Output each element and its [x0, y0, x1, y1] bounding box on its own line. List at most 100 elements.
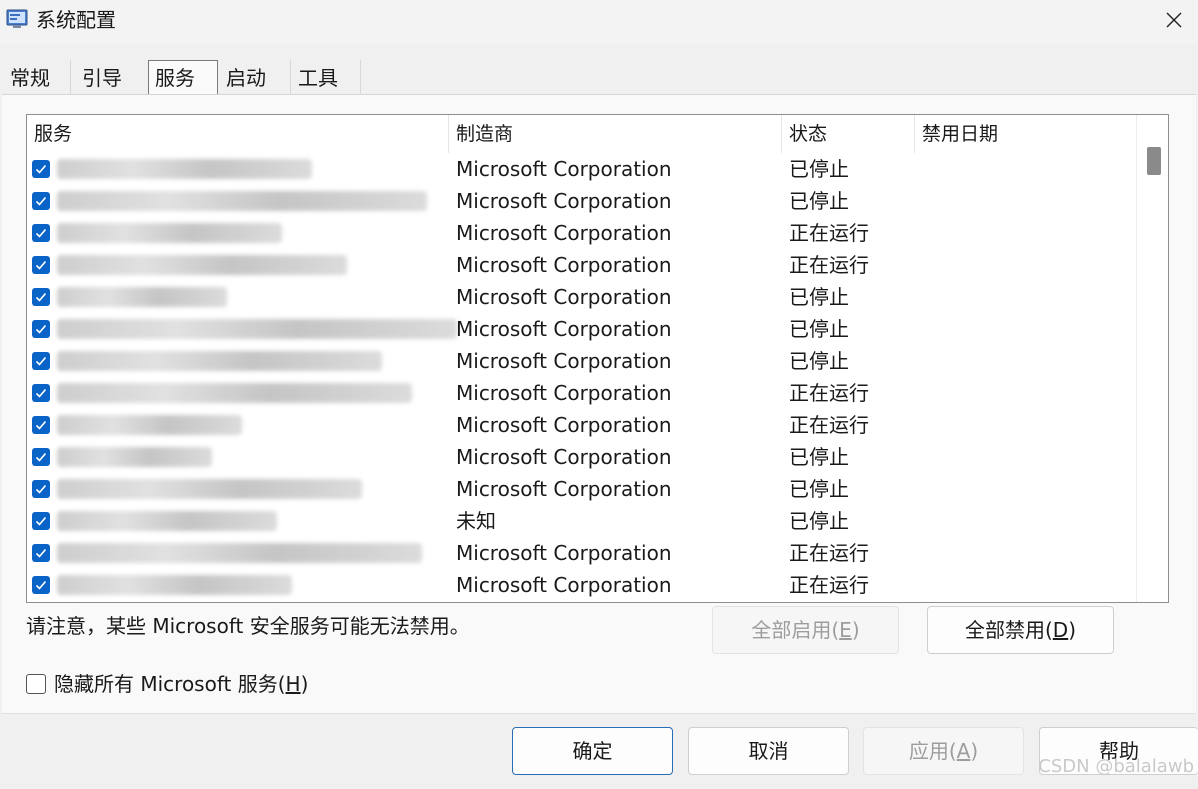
mnemonic: D	[1052, 618, 1069, 642]
manufacturer-cell: Microsoft Corporation	[456, 477, 672, 501]
service-checkbox[interactable]	[32, 256, 50, 274]
tab-startup[interactable]: 启动	[220, 62, 286, 94]
status-cell: 已停止	[789, 349, 849, 373]
checkbox-label: 隐藏所有 Microsoft 服务(H)	[54, 672, 309, 696]
table-row[interactable]: Microsoft Corporation 已停止	[27, 313, 1137, 345]
tab-general[interactable]: 常规	[4, 62, 70, 94]
service-checkbox[interactable]	[32, 576, 50, 594]
service-checkbox[interactable]	[32, 352, 50, 370]
table-row[interactable]: Microsoft Corporation 已停止	[27, 345, 1137, 377]
column-header-disabled-date[interactable]: 禁用日期	[915, 115, 1137, 153]
service-checkbox[interactable]	[32, 192, 50, 210]
status-cell: 已停止	[789, 509, 849, 533]
cancel-button[interactable]: 取消	[688, 727, 849, 775]
service-name-redacted	[57, 223, 282, 243]
tab-tools[interactable]: 工具	[292, 62, 360, 94]
service-checkbox[interactable]	[32, 448, 50, 466]
tab-services[interactable]: 服务	[148, 60, 218, 96]
checkmark-icon	[35, 260, 47, 270]
security-services-notice: 请注意，某些 Microsoft 安全服务可能无法禁用。	[26, 614, 470, 638]
manufacturer-cell: 未知	[456, 509, 496, 533]
column-header-manufacturer[interactable]: 制造商	[449, 115, 781, 153]
table-row[interactable]: Microsoft Corporation 已停止	[27, 473, 1137, 505]
manufacturer-cell: Microsoft Corporation	[456, 381, 672, 405]
service-name-redacted	[57, 511, 277, 531]
table-row[interactable]: Microsoft Corporation 正在运行	[27, 537, 1137, 569]
button-label: 应用	[908, 739, 949, 763]
close-button[interactable]	[1150, 0, 1198, 40]
services-list[interactable]: 服务 制造商 状态 禁用日期 Microsoft Corporation 已停止 M…	[26, 114, 1169, 603]
service-name-redacted	[57, 447, 212, 467]
status-cell: 已停止	[789, 477, 849, 501]
status-cell: 正在运行	[789, 573, 869, 597]
service-name-redacted	[57, 575, 292, 595]
hide-microsoft-services-checkbox[interactable]: 隐藏所有 Microsoft 服务(H)	[26, 670, 308, 698]
checkmark-icon	[35, 356, 47, 366]
table-row[interactable]: Microsoft Corporation 正在运行	[27, 217, 1137, 249]
service-name-redacted	[57, 159, 312, 179]
table-row[interactable]: Microsoft Corporation 正在运行	[27, 249, 1137, 281]
table-row[interactable]: Microsoft Corporation 已停止	[27, 153, 1137, 185]
table-row[interactable]: Microsoft Corporation 已停止	[27, 281, 1137, 313]
service-checkbox[interactable]	[32, 416, 50, 434]
watermark: CSDN @balalawb	[1038, 756, 1194, 777]
vertical-scrollbar[interactable]	[1136, 115, 1168, 602]
manufacturer-cell: Microsoft Corporation	[456, 157, 672, 181]
checkmark-icon	[35, 484, 47, 494]
manufacturer-cell: Microsoft Corporation	[456, 413, 672, 437]
status-cell: 已停止	[789, 317, 849, 341]
scrollbar-thumb[interactable]	[1147, 147, 1161, 175]
status-cell: 已停止	[789, 285, 849, 309]
checkmark-icon	[35, 516, 47, 526]
checkbox-box[interactable]	[26, 674, 46, 694]
service-name-redacted	[57, 255, 347, 275]
service-checkbox[interactable]	[32, 480, 50, 498]
tab-label: 服务	[155, 66, 195, 90]
service-checkbox[interactable]	[32, 288, 50, 306]
checkmark-icon	[35, 388, 47, 398]
tab-label: 启动	[226, 66, 266, 90]
status-cell: 正在运行	[789, 253, 869, 277]
enable-all-button[interactable]: 全部启用(E)	[712, 606, 899, 654]
manufacturer-cell: Microsoft Corporation	[456, 221, 672, 245]
service-checkbox[interactable]	[32, 544, 50, 562]
table-row[interactable]: 未知 已停止	[27, 505, 1137, 537]
service-name-redacted	[57, 415, 242, 435]
mnemonic: E	[839, 618, 852, 642]
manufacturer-cell: Microsoft Corporation	[456, 573, 672, 597]
table-row[interactable]: Microsoft Corporation 正在运行	[27, 569, 1137, 601]
title-bar: 系统配置	[0, 0, 1198, 44]
tab-divider	[70, 60, 71, 94]
column-header-service[interactable]: 服务	[27, 115, 447, 153]
table-row[interactable]: Microsoft Corporation 正在运行	[27, 409, 1137, 441]
service-name-redacted	[57, 543, 422, 563]
service-name-redacted	[57, 351, 382, 371]
manufacturer-cell: Microsoft Corporation	[456, 445, 672, 469]
msconfig-app-icon	[6, 9, 28, 28]
checkmark-icon	[35, 548, 47, 558]
status-cell: 正在运行	[789, 381, 869, 405]
close-icon	[1166, 12, 1182, 28]
ok-button[interactable]: 确定	[512, 727, 673, 775]
mnemonic: A	[956, 739, 971, 763]
table-row[interactable]: Microsoft Corporation 已停止	[27, 441, 1137, 473]
checkmark-icon	[35, 196, 47, 206]
service-checkbox[interactable]	[32, 320, 50, 338]
manufacturer-cell: Microsoft Corporation	[456, 317, 672, 341]
table-row[interactable]: Microsoft Corporation 正在运行	[27, 377, 1137, 409]
tab-label: 引导	[82, 66, 122, 90]
status-cell: 已停止	[789, 157, 849, 181]
status-cell: 正在运行	[789, 541, 869, 565]
table-row[interactable]: Microsoft Corporation 已停止	[27, 185, 1137, 217]
service-checkbox[interactable]	[32, 512, 50, 530]
disable-all-button[interactable]: 全部禁用(D)	[927, 606, 1114, 654]
apply-button[interactable]: 应用(A)	[863, 727, 1024, 775]
service-checkbox[interactable]	[32, 384, 50, 402]
column-header-status[interactable]: 状态	[782, 115, 914, 153]
button-label: 取消	[748, 739, 789, 763]
status-cell: 已停止	[789, 189, 849, 213]
manufacturer-cell: Microsoft Corporation	[456, 189, 672, 213]
service-checkbox[interactable]	[32, 160, 50, 178]
tab-boot[interactable]: 引导	[76, 62, 142, 94]
service-checkbox[interactable]	[32, 224, 50, 242]
